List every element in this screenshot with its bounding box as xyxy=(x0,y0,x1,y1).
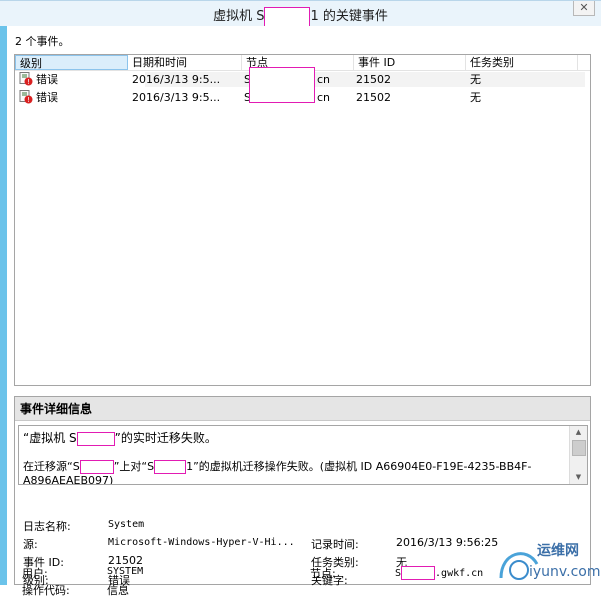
error-event-icon: ! xyxy=(19,90,33,104)
source-label: 源: xyxy=(23,538,38,551)
source-value: Microsoft-Windows-Hyper-V-Hi... xyxy=(108,537,295,548)
window-border xyxy=(0,26,7,585)
scrollbar-thumb[interactable] xyxy=(572,440,586,456)
title-bar: 虚拟机 S 1 的关键事件 ✕ xyxy=(0,0,601,27)
event-id: 21502 xyxy=(356,91,391,104)
log-name-value: System xyxy=(108,519,145,530)
column-header-event-id[interactable]: 事件 ID xyxy=(354,55,466,70)
close-icon: ✕ xyxy=(579,1,589,14)
user-value: SYSTEM xyxy=(107,566,144,577)
opcode-label: 操作代码: xyxy=(22,584,70,597)
event-datetime: 2016/3/13 9:5... xyxy=(132,73,221,86)
redaction-box xyxy=(401,566,436,580)
event-description[interactable]: “虚拟机 S ”的实时迁移失败。 在迁移源“S ”上对“S 1”的虚拟机迁移操作失败。… xyxy=(18,425,588,485)
redaction-box xyxy=(249,67,315,103)
window-title-prefix: 虚拟机 S xyxy=(213,9,265,24)
description-line: A896AEAEB097) xyxy=(23,474,114,485)
node-value: S .gwkf.cn xyxy=(395,566,483,580)
event-level: 错误 xyxy=(36,91,58,104)
event-task-category: 无 xyxy=(470,91,481,104)
window-title: 虚拟机 S 1 的关键事件 xyxy=(0,5,601,27)
redaction-box xyxy=(79,460,114,474)
description-text: 1”的虚拟机迁移操作失败。(虚拟机 ID A66904E0-F19E-4235-… xyxy=(186,460,532,473)
event-level: 错误 xyxy=(36,73,58,86)
event-task-category: 无 xyxy=(470,73,481,86)
events-list[interactable]: 级别 日期和时间 节点 事件 ID 任务类别 ! 错误 2016/3/13 9:… xyxy=(14,54,591,386)
error-event-icon: ! xyxy=(19,72,33,86)
svg-text:!: ! xyxy=(27,96,30,104)
column-header-datetime[interactable]: 日期和时间 xyxy=(128,55,242,70)
event-node-suffix: cn xyxy=(317,91,331,104)
description-line: 在迁移源“S ”上对“S 1”的虚拟机迁移操作失败。(虚拟机 ID A66904E0… xyxy=(23,458,531,474)
opcode-value: 信息 xyxy=(107,584,129,597)
description-text: “虚拟机 S xyxy=(23,431,77,445)
column-header-task-category[interactable]: 任务类别 xyxy=(466,55,578,70)
node-value-suffix: .gwkf.cn xyxy=(435,568,484,579)
event-id: 21502 xyxy=(356,73,391,86)
close-button[interactable]: ✕ xyxy=(573,1,595,16)
scroll-up-icon[interactable]: ▲ xyxy=(572,427,585,438)
event-datetime: 2016/3/13 9:5... xyxy=(132,91,221,104)
watermark-url: iyunv.com xyxy=(529,564,601,580)
description-text: ”的实时迁移失败。 xyxy=(114,431,217,445)
user-label: 用户: xyxy=(22,567,48,580)
event-node-suffix: cn xyxy=(317,73,331,86)
watermark-brand: 运维网 xyxy=(537,543,579,559)
details-header: 事件详细信息 xyxy=(15,397,590,421)
logged-time-value: 2016/3/13 9:56:25 xyxy=(396,536,499,549)
description-line: “虚拟机 S ”的实时迁移失败。 xyxy=(23,429,217,446)
description-text: ”上对“S xyxy=(113,460,155,473)
event-count-label: 2 个事件。 xyxy=(15,35,70,48)
scroll-down-icon[interactable]: ▼ xyxy=(572,472,585,483)
window-title-suffix: 1 的关键事件 xyxy=(310,9,388,24)
log-name-label: 日志名称: xyxy=(23,520,71,533)
description-scrollbar[interactable]: ▲ ▼ xyxy=(569,426,587,484)
svg-text:!: ! xyxy=(27,78,30,86)
logged-time-label: 记录时间: xyxy=(311,538,359,551)
redaction-box xyxy=(154,460,187,474)
site-watermark: 运维网 iyunv.com xyxy=(495,538,601,585)
redaction-box xyxy=(76,431,115,446)
dialog-content: 2 个事件。 级别 日期和时间 节点 事件 ID 任务类别 ! 错误 2016/… xyxy=(7,26,601,597)
redaction-box xyxy=(264,6,311,27)
node-label: 节点: xyxy=(310,567,336,580)
description-text: 在迁移源“S xyxy=(23,460,80,473)
column-header-level[interactable]: 级别 xyxy=(15,55,128,70)
